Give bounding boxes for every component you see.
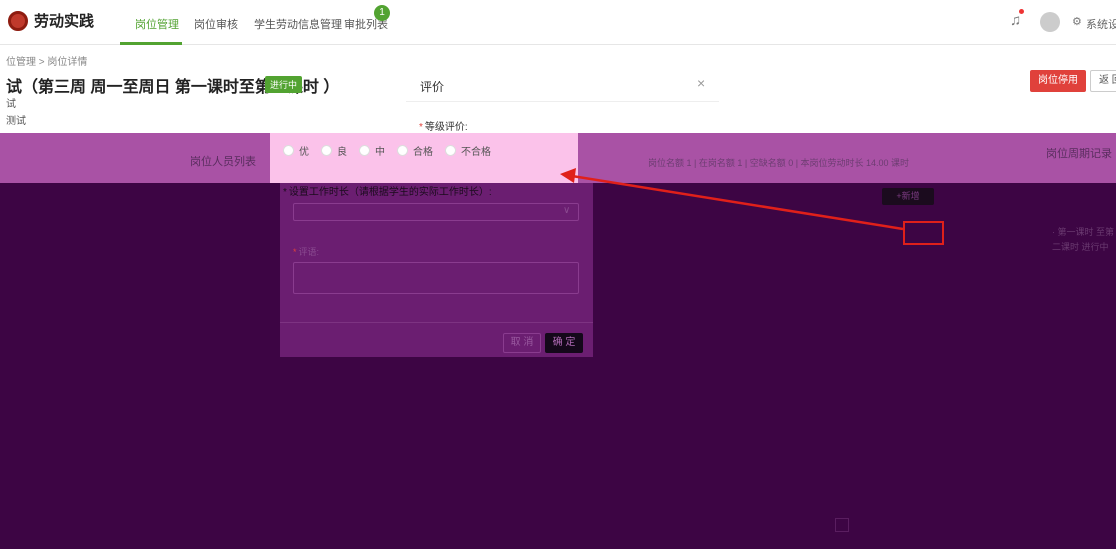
dialog-title: 评价 <box>420 80 445 94</box>
dialog-divider <box>406 101 719 102</box>
close-icon[interactable]: × <box>697 75 705 91</box>
scroll-top-button[interactable] <box>835 518 849 532</box>
grade-option-fail[interactable]: 不合格 <box>445 143 491 158</box>
grade-label: * 等级评价: <box>419 118 468 133</box>
confirm-button[interactable]: 确 定 <box>545 333 583 353</box>
grade-option-label: 优 <box>299 147 309 158</box>
period-record-title: 岗位周期记录 <box>1046 148 1112 160</box>
personnel-list-title: 岗位人员列表 <box>190 156 256 168</box>
required-mark: * <box>419 122 423 133</box>
comment-label: * 评语: <box>293 245 319 258</box>
app-logo[interactable]: 劳动实践 <box>8 10 94 31</box>
period-record-line: · 第一课时 至第 <box>1052 227 1114 237</box>
system-settings-link[interactable]: 系统设置 <box>1086 16 1116 32</box>
notification-dot <box>1019 9 1024 14</box>
grade-option-label: 合格 <box>413 147 433 158</box>
grade-option-good[interactable]: 良 <box>321 143 347 158</box>
grade-label-text: 等级评价: <box>424 122 468 133</box>
logo-icon <box>8 10 28 31</box>
radio-icon <box>397 145 408 156</box>
chevron-down-icon[interactable]: ∨ <box>563 205 570 216</box>
active-tab-indicator <box>120 42 182 45</box>
comment-label-text: 评语: <box>298 247 320 257</box>
grade-option-label: 良 <box>337 147 347 158</box>
breadcrumb[interactable]: 位管理 > 岗位详情 <box>6 53 87 68</box>
comment-textarea[interactable] <box>293 262 579 294</box>
period-record-status: 二课时 进行中 <box>1052 242 1109 252</box>
tab-position-management[interactable]: 岗位管理 <box>135 16 179 32</box>
worktime-label-text: 设置工作时长（请根据学生的实际工作时长）: <box>288 187 492 198</box>
radio-icon <box>321 145 332 156</box>
required-mark: * <box>293 247 297 257</box>
back-button[interactable]: 返 回 <box>1090 70 1116 92</box>
grade-option-medium[interactable]: 中 <box>359 143 385 158</box>
radio-icon <box>359 145 370 156</box>
tab-position-review[interactable]: 岗位审核 <box>194 16 238 32</box>
bell-icon[interactable]: ♫ <box>1010 12 1021 29</box>
top-nav: 劳动实践 岗位管理 岗位审核 学生劳动信息管理 审批列表 1 ♫ ⚙ 系统设置 <box>0 0 1116 45</box>
dialog-footer-divider <box>280 322 593 323</box>
gear-icon[interactable]: ⚙ <box>1072 15 1082 28</box>
grade-option-pass[interactable]: 合格 <box>397 143 433 158</box>
grade-option-excellent[interactable]: 优 <box>283 143 309 158</box>
position-description: 测试 <box>6 116 26 127</box>
radio-icon <box>445 145 456 156</box>
status-badge: 进行中 <box>265 76 303 93</box>
highlight-box <box>903 221 944 245</box>
position-subtitle: 试 <box>6 99 16 110</box>
grade-highlight-panel <box>270 133 578 183</box>
cancel-button[interactable]: 取 消 <box>503 333 541 353</box>
avatar[interactable] <box>1040 12 1060 32</box>
app-name: 劳动实践 <box>34 13 95 30</box>
radio-icon <box>283 145 294 156</box>
worktime-label: * 设置工作时长（请根据学生的实际工作时长）: <box>283 183 492 198</box>
worktime-select[interactable] <box>293 203 579 221</box>
approval-count-badge: 1 <box>374 5 390 21</box>
grade-option-label: 不合格 <box>461 147 491 158</box>
position-stats: 岗位名额 1 | 在岗名额 1 | 空缺名额 0 | 本岗位劳动时长 14.00… <box>648 158 910 168</box>
grade-radio-group: 优 良 中 合格 不合格 <box>283 143 499 158</box>
disable-position-button[interactable]: 岗位停用 <box>1030 70 1086 92</box>
tab-student-labor-info[interactable]: 学生劳动信息管理 <box>254 16 342 32</box>
grade-option-label: 中 <box>375 147 385 158</box>
required-mark: * <box>283 187 287 198</box>
add-button[interactable]: +新增 <box>882 188 934 205</box>
